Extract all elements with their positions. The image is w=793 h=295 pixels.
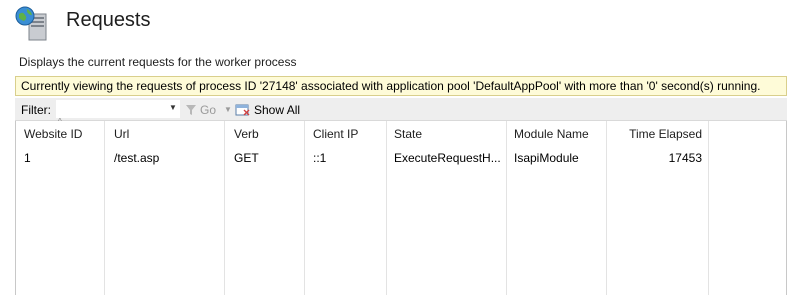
- cell-state: ExecuteRequestH...: [394, 151, 501, 165]
- requests-table: ^ Website ID Url Verb Client IP State Mo…: [15, 117, 787, 295]
- column-header-state[interactable]: State: [394, 121, 502, 143]
- filter-label: Filter:: [21, 103, 51, 117]
- cell-client-ip: ::1: [313, 151, 327, 165]
- page-description: Displays the current requests for the wo…: [19, 55, 297, 69]
- page-title: Requests: [66, 9, 151, 31]
- cell-website-id: 1: [24, 151, 31, 165]
- filter-toolbar: Filter: ▼ Go ▼ Show All: [15, 98, 787, 121]
- table-row[interactable]: 1 /test.asp GET ::1 ExecuteRequestH... I…: [16, 145, 786, 167]
- cell-url: /test.asp: [114, 151, 160, 165]
- column-header-time-elapsed[interactable]: Time Elapsed: [614, 121, 702, 143]
- show-all-label: Show All: [254, 102, 301, 117]
- cell-verb: GET: [234, 151, 259, 165]
- server-globe-icon: [15, 6, 51, 42]
- info-banner: Currently viewing the requests of proces…: [15, 76, 787, 96]
- chevron-down-icon[interactable]: ▼: [169, 103, 177, 112]
- go-button[interactable]: Go ▼: [185, 101, 232, 118]
- table-header-row: ^ Website ID Url Verb Client IP State Mo…: [16, 117, 786, 143]
- column-header-module-name[interactable]: Module Name: [514, 121, 604, 143]
- funnel-icon: [186, 104, 196, 115]
- show-all-icon: [235, 104, 250, 115]
- column-header-website-id[interactable]: Website ID: [24, 121, 102, 143]
- column-header-url[interactable]: Url: [114, 121, 220, 143]
- column-header-client-ip[interactable]: Client IP: [313, 121, 383, 143]
- cell-time-elapsed: 17453: [668, 151, 702, 165]
- go-button-label: Go: [200, 102, 217, 117]
- column-header-verb[interactable]: Verb: [234, 121, 300, 143]
- cell-module-name: IsapiModule: [514, 151, 579, 165]
- go-dropdown-icon[interactable]: ▼: [224, 105, 232, 114]
- filter-input[interactable]: [56, 100, 180, 118]
- show-all-button[interactable]: Show All: [235, 101, 300, 118]
